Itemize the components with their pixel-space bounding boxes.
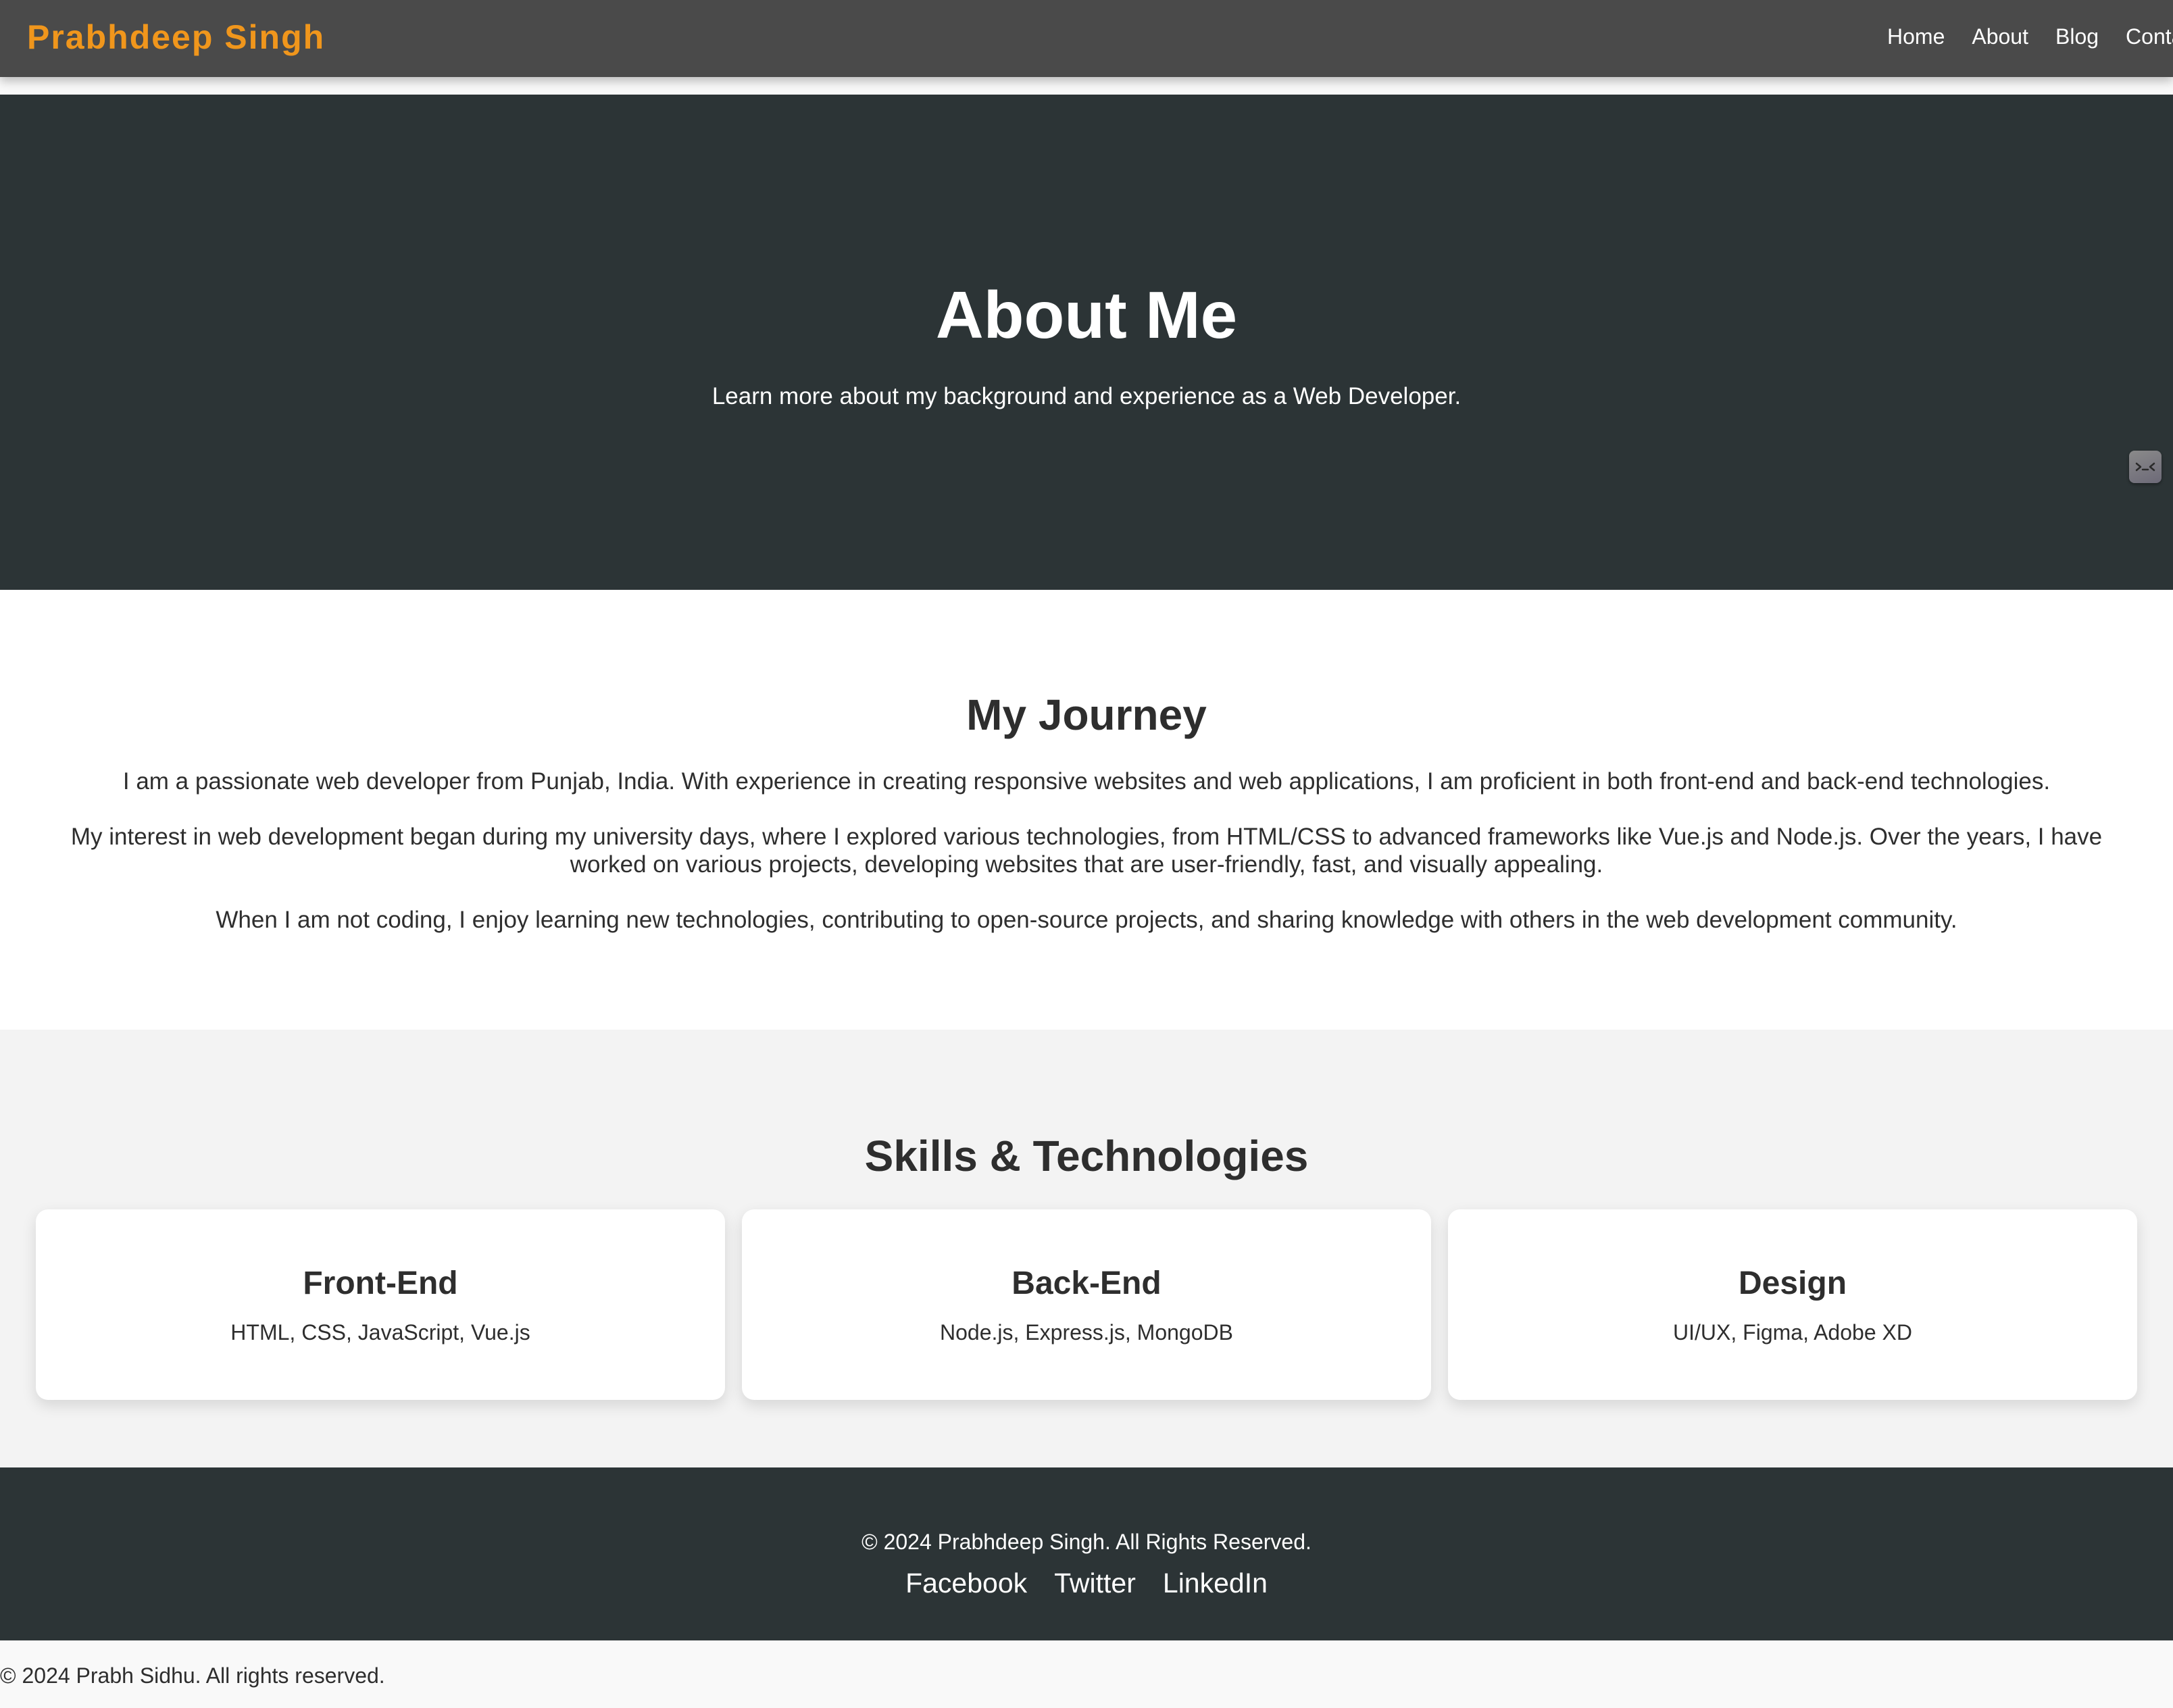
nav-link-contact[interactable]: Conta — [2126, 24, 2173, 49]
skill-card-front-end: Front-End HTML, CSS, JavaScript, Vue.js — [36, 1209, 725, 1400]
social-link-linkedin[interactable]: LinkedIn — [1163, 1567, 1268, 1599]
skill-card-title: Front-End — [303, 1265, 458, 1301]
social-link-facebook[interactable]: Facebook — [905, 1567, 1027, 1599]
skill-card-title: Back-End — [1011, 1265, 1162, 1301]
journey-paragraph: When I am not coding, I enjoy learning n… — [216, 907, 1957, 933]
skill-card-text: HTML, CSS, JavaScript, Vue.js — [230, 1320, 530, 1345]
social-link-twitter[interactable]: Twitter — [1054, 1567, 1136, 1599]
nav-link-blog[interactable]: Blog — [2055, 24, 2099, 49]
hero-subtitle: Learn more about my background and exper… — [711, 383, 1462, 409]
journey-paragraph: My interest in web development began dur… — [70, 824, 2103, 878]
journey-title: My Journey — [966, 690, 1207, 739]
terminal-face-icon[interactable] — [2129, 451, 2162, 483]
hero-title: About Me — [935, 278, 1238, 352]
top-navbar: Prabhdeep Singh Home About Blog Conta — [0, 0, 2173, 77]
social-links: Facebook Twitter LinkedIn — [0, 1567, 2173, 1599]
journey-section: My Journey I am a passionate web develop… — [0, 590, 2173, 1030]
nav-link-home[interactable]: Home — [1887, 24, 1945, 49]
skill-card-text: Node.js, Express.js, MongoDB — [940, 1320, 1233, 1345]
journey-paragraph: I am a passionate web developer from Pun… — [122, 768, 2051, 795]
nav-links: Home About Blog Conta — [1887, 24, 2173, 49]
site-brand[interactable]: Prabhdeep Singh — [27, 18, 325, 57]
skill-card-text: UI/UX, Figma, Adobe XD — [1673, 1320, 1912, 1345]
site-footer: © 2024 Prabhdeep Singh. All Rights Reser… — [0, 1467, 2173, 1640]
skill-card-title: Design — [1738, 1265, 1847, 1301]
skill-card-design: Design UI/UX, Figma, Adobe XD — [1448, 1209, 2137, 1400]
footer-copyright: © 2024 Prabhdeep Singh. All Rights Reser… — [861, 1530, 1312, 1554]
skill-card-back-end: Back-End Node.js, Express.js, MongoDB — [742, 1209, 1431, 1400]
bottom-copyright: © 2024 Prabh Sidhu. All rights reserved. — [0, 1663, 385, 1688]
skills-title: Skills & Technologies — [864, 1132, 1309, 1180]
skills-section: Skills & Technologies Front-End HTML, CS… — [0, 1030, 2173, 1467]
hero-section: About Me Learn more about my background … — [0, 95, 2173, 590]
nav-link-about[interactable]: About — [1972, 24, 2028, 49]
